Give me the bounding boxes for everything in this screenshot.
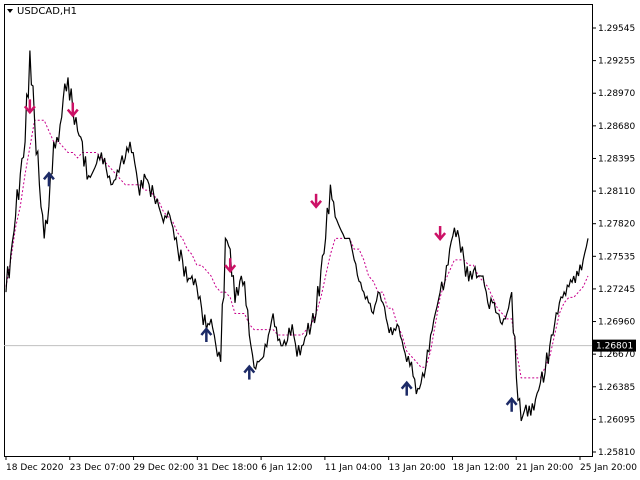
x-tick-label: 29 Dec 02:00 xyxy=(134,463,195,473)
price-chart[interactable]: USDCAD,H1 1.29545 1.29255 1.28970 1.28680 1.2… xyxy=(0,0,640,480)
y-tick-label: 1.28680 xyxy=(598,122,635,132)
x-tick-label: 31 Dec 18:00 xyxy=(197,463,258,473)
y-tick-label: 1.27820 xyxy=(598,220,635,230)
y-tick-label: 1.29255 xyxy=(598,57,635,67)
y-tick-label: 1.26670 xyxy=(598,350,635,360)
symbol-label: USDCAD,H1 xyxy=(17,6,77,17)
y-tick-label: 1.26385 xyxy=(598,383,635,393)
x-tick-label: 18 Jan 12:00 xyxy=(452,463,509,473)
y-tick-label: 1.27245 xyxy=(598,285,635,295)
x-tick-label: 13 Jan 20:00 xyxy=(389,463,446,473)
y-tick-label: 1.28395 xyxy=(598,154,635,164)
y-tick-label: 1.29545 xyxy=(598,24,635,34)
x-tick-label: 11 Jan 04:00 xyxy=(325,463,382,473)
chart-background xyxy=(0,0,640,480)
y-tick-label: 1.28970 xyxy=(598,89,635,99)
x-tick-label: 6 Jan 12:00 xyxy=(261,463,313,473)
current-price-label: 1.26801 xyxy=(596,342,633,352)
x-tick-label: 25 Jan 20:00 xyxy=(580,463,637,473)
x-tick-label: 18 Dec 2020 xyxy=(6,463,64,473)
y-tick-label: 1.27535 xyxy=(598,252,635,262)
chart-window[interactable]: USDCAD,H1 1.29545 1.29255 1.28970 1.28680 1.2… xyxy=(0,0,640,480)
y-tick-label: 1.26095 xyxy=(598,415,635,425)
x-tick-label: 23 Dec 07:00 xyxy=(70,463,131,473)
y-tick-label: 1.26960 xyxy=(598,318,635,328)
y-tick-label: 1.25810 xyxy=(598,448,635,458)
x-tick-label: 21 Jan 20:00 xyxy=(516,463,573,473)
y-tick-label: 1.28110 xyxy=(598,187,635,197)
